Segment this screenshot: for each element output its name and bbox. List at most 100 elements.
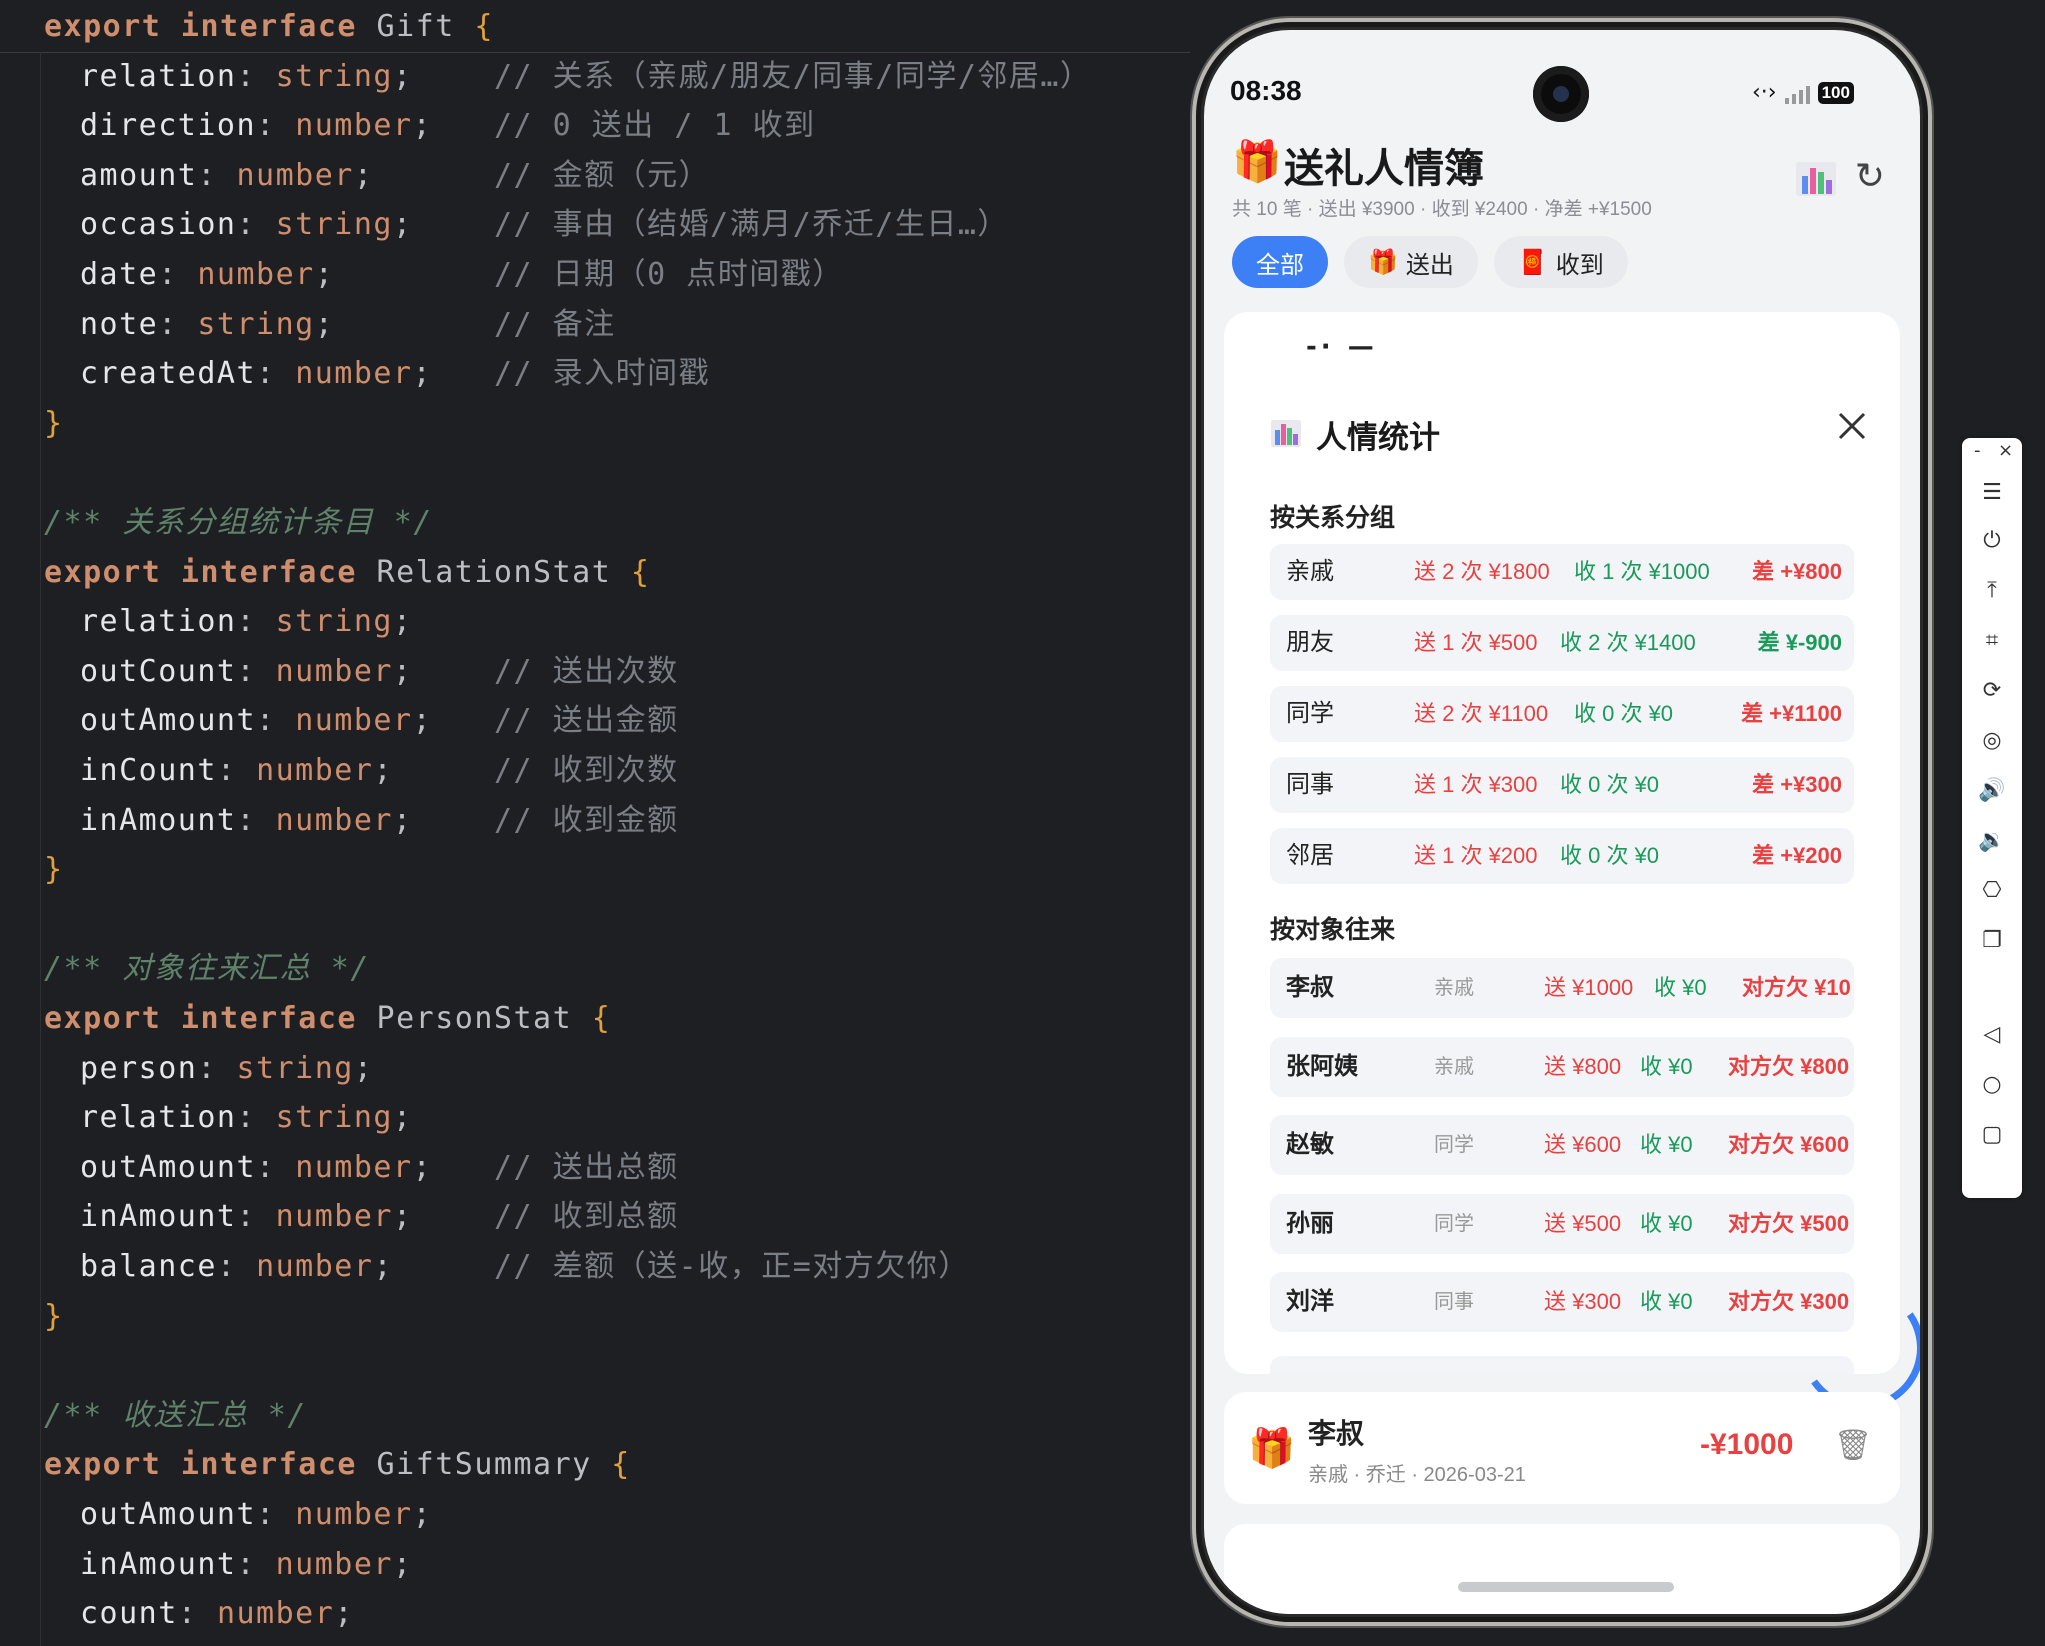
delete-icon[interactable]: 🗑 <box>1834 1428 1872 1463</box>
gift-amount: -¥1000 <box>1700 1428 1794 1461</box>
code-token: inCount <box>80 753 217 788</box>
code-comment: // 收到次数 <box>494 753 679 788</box>
code-token: number <box>256 1249 374 1284</box>
stats-chart-icon[interactable] <box>1794 158 1838 198</box>
relation-stat-row[interactable]: 邻居 送 1 次 ¥200 收 0 次 ¥0 差 +¥200 <box>1270 828 1854 884</box>
close-button[interactable]: × <box>1998 440 2013 461</box>
code-line: count: number; <box>44 1589 1174 1639</box>
person-stat-row[interactable]: 刘洋 同事 送 ¥300 收 ¥0 对方欠 ¥300 <box>1270 1272 1854 1332</box>
phone-screen[interactable]: 08:38 ‹·› 100 🎁 送礼人情簿 共 10 笔 · 送出 ¥3900 … <box>1204 30 1920 1614</box>
drag-handle[interactable]: -· — <box>1306 332 1378 362</box>
code-line: balance: number; // 差额（送-收，正=对方欠你） <box>44 1242 1174 1292</box>
code-token: ; <box>393 58 413 94</box>
multi-screen-icon[interactable]: ❐ <box>1974 922 2010 958</box>
code-token: ; <box>393 1199 413 1235</box>
code-token: ; <box>314 257 335 292</box>
tab-all[interactable]: 全部 <box>1232 236 1328 288</box>
code-token: ; <box>314 306 335 342</box>
code-token: ; <box>393 1546 413 1582</box>
home-icon[interactable]: ○ <box>1974 1066 2010 1102</box>
code-token: : <box>256 1497 296 1532</box>
person-stat-row[interactable]: 李叔 亲戚 送 ¥1000 收 ¥0 对方欠 ¥10 <box>1270 958 1854 1018</box>
code-token: relation <box>80 604 237 640</box>
code-line: /** 收送汇总 */ <box>44 1391 1174 1441</box>
gift-list-item[interactable] <box>1224 1524 1900 1614</box>
code-token: export interface <box>44 1001 377 1036</box>
balance-value: 对方欠 ¥800 <box>1728 1053 1850 1079</box>
code-token: : <box>158 257 198 292</box>
code-token: inAmount <box>80 1199 237 1235</box>
stats-panel[interactable]: -· — 人情统计 按关系分组 亲戚 送 2 次 ¥1800 收 1 次 ¥1000… <box>1224 312 1900 1374</box>
code-token: number <box>275 802 393 838</box>
code-token: string <box>275 207 393 243</box>
code-editor[interactable]: export interface Gift { relation: string;… <box>0 0 1190 1646</box>
location-icon[interactable]: ◎ <box>1974 722 2010 758</box>
code-token: export interface <box>44 554 377 590</box>
code-token: ; <box>373 753 393 788</box>
section-title: 按关系分组 <box>1270 504 1396 532</box>
recents-icon[interactable]: ▢ <box>1974 1116 2010 1152</box>
sent-total: 送 ¥1000 <box>1544 975 1634 1000</box>
tab-label: 送出 <box>1405 251 1454 279</box>
code-token: { <box>611 1447 631 1483</box>
code-comment: // 日期（0 点时间戳） <box>494 257 844 292</box>
pin-top-icon[interactable]: ⤒ <box>1974 572 2010 608</box>
code-comment: // 关系（亲戚/朋友/同事/同学/邻居…） <box>494 58 1092 94</box>
code-line: date: number; // 日期（0 点时间戳） <box>44 250 1174 300</box>
sent-total: 送 ¥600 <box>1544 1132 1622 1157</box>
home-indicator[interactable] <box>1458 1582 1674 1592</box>
tab-sent[interactable]: 🎁 送出 <box>1344 236 1478 288</box>
power-icon[interactable]: ⏻ <box>1974 522 2010 558</box>
code-token: ; <box>412 1497 433 1532</box>
refresh-icon[interactable]: ↻ <box>1848 156 1892 197</box>
code-token: outCount <box>80 653 237 689</box>
relation-name: 同学 <box>1286 700 1334 727</box>
gift-meta: 亲戚 · 乔迁 · 2026-03-21 <box>1308 1464 1526 1486</box>
back-icon[interactable]: ◁ <box>1974 1016 2010 1052</box>
volume-up-icon[interactable]: 🔊 <box>1974 772 2010 808</box>
code-token: number <box>295 1497 413 1532</box>
person-stat-row[interactable]: 孙丽 同学 送 ¥500 收 ¥0 对方欠 ¥500 <box>1270 1193 1854 1254</box>
person-relation: 亲戚 <box>1434 977 1474 999</box>
code-comment: // 备注 <box>494 306 616 342</box>
code-token: string <box>275 1100 393 1136</box>
code-token: amount <box>80 157 198 193</box>
relation-stat-row[interactable]: 朋友 送 1 次 ¥500 收 2 次 ¥1400 差 ¥-900 <box>1270 615 1854 671</box>
menu-icon[interactable]: ☰ <box>1974 474 2010 510</box>
close-icon[interactable] <box>1828 402 1876 450</box>
volume-down-icon[interactable]: 🔉 <box>1974 822 2010 858</box>
relation-stat-row[interactable]: 同事 送 1 次 ¥300 收 0 次 ¥0 差 +¥300 <box>1270 757 1854 813</box>
code-token: ; <box>373 1249 393 1284</box>
code-line: outCount: number; // 送出次数 <box>44 647 1174 697</box>
person-relation: 同学 <box>1434 1134 1474 1156</box>
code-line: export interface Gift { <box>44 2 1174 52</box>
relation-stat-row[interactable]: 亲戚 送 2 次 ¥1800 收 1 次 ¥1000 差 +¥800 <box>1270 544 1854 600</box>
code-comment: // 金额（元） <box>494 157 711 193</box>
code-token: : <box>236 1546 276 1582</box>
person-stat-row[interactable]: 张阿姨 亲戚 送 ¥800 收 ¥0 对方欠 ¥800 <box>1270 1036 1854 1097</box>
sent-summary: 送 1 次 ¥500 <box>1414 630 1538 655</box>
shake-icon[interactable]: ⎔ <box>1974 872 2010 908</box>
code-line: relation: string; <box>44 1093 1174 1143</box>
minimize-button[interactable]: - <box>1974 440 1981 461</box>
code-token: : <box>197 157 237 193</box>
code-token: : <box>256 1149 296 1185</box>
code-token: /** 关系分组统计条目 */ <box>44 505 433 540</box>
red-envelope-icon: 🧧 <box>1517 248 1548 276</box>
code-line: outAmount: number; // 送出总额 <box>44 1143 1174 1193</box>
sent-summary: 送 1 次 ¥300 <box>1414 772 1538 797</box>
status-time: 08:38 <box>1230 75 1302 106</box>
editor-indent-guide <box>40 52 41 1646</box>
rotate-icon[interactable]: ⟳ <box>1974 672 2010 708</box>
relation-stat-row[interactable]: 同学 送 2 次 ¥1100 收 0 次 ¥0 差 +¥1100 <box>1270 686 1854 742</box>
tab-received[interactable]: 🧧 收到 <box>1493 236 1628 288</box>
relation-name: 同事 <box>1286 771 1334 798</box>
code-token: GiftSummary <box>376 1447 612 1483</box>
crop-icon[interactable]: ⌗ <box>1974 622 2010 658</box>
code-token: ; <box>353 157 374 193</box>
gift-list-item[interactable]: 🎁 李叔 亲戚 · 乔迁 · 2026-03-21 -¥1000 🗑 <box>1224 1392 1900 1504</box>
code-line: inAmount: number; // 收到金额 <box>44 796 1174 846</box>
person-stat-row[interactable]: 赵敏 同学 送 ¥600 收 ¥0 对方欠 ¥600 <box>1270 1115 1854 1175</box>
gift-person: 李叔 <box>1308 1418 1365 1449</box>
